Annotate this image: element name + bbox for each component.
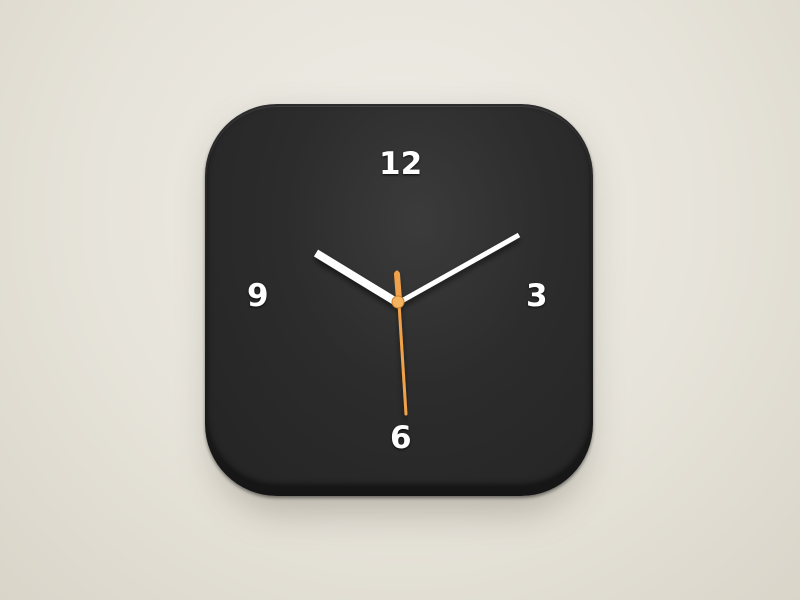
clock-hands	[313, 232, 521, 416]
hour-hand	[313, 249, 401, 307]
minute-hand	[396, 232, 521, 306]
center-pin	[391, 295, 405, 309]
